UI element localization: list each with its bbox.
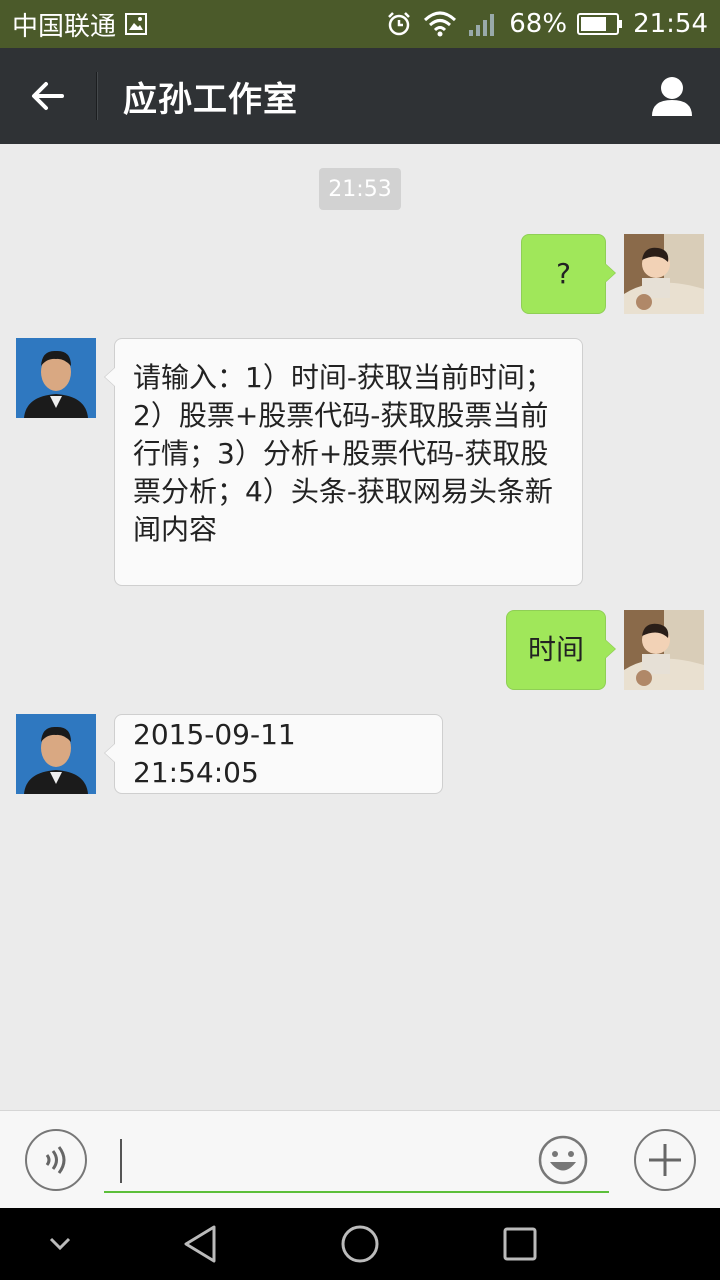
text-caret (120, 1139, 122, 1183)
status-bar: 中国联通 68% 21:54 (0, 0, 720, 48)
smiley-icon (538, 1135, 588, 1185)
contact-avatar[interactable] (16, 338, 96, 418)
arrow-left-icon (32, 82, 64, 110)
title-bar: 应孙工作室 (0, 48, 720, 144)
more-button[interactable] (634, 1129, 696, 1191)
message-text: 2015-09-11 21:54:05 (133, 718, 296, 789)
system-nav-bar (0, 1208, 720, 1280)
nav-back-button[interactable] (176, 1220, 224, 1268)
my-avatar[interactable] (624, 234, 704, 314)
signal-icon (467, 10, 499, 38)
alarm-icon (385, 10, 413, 38)
plus-icon (649, 1144, 681, 1176)
voice-button[interactable] (25, 1129, 87, 1191)
chat-title: 应孙工作室 (123, 79, 298, 120)
carrier-name: 中国联通 (12, 11, 117, 42)
title-divider (96, 72, 97, 120)
message-text: ? (556, 257, 571, 290)
time-divider: 21:53 (319, 168, 401, 210)
clock: 21:54 (633, 9, 708, 39)
outgoing-message[interactable]: 时间 (506, 610, 616, 690)
outgoing-message[interactable]: ? (521, 234, 616, 314)
profile-button[interactable] (624, 48, 720, 144)
triangle-back-icon (184, 1225, 216, 1263)
chevron-down-icon (49, 1237, 71, 1251)
my-avatar[interactable] (624, 610, 704, 690)
back-button[interactable] (0, 48, 96, 144)
message-input[interactable] (104, 1131, 609, 1193)
message-text: 时间 (527, 633, 584, 666)
square-recents-icon (503, 1227, 537, 1261)
message-text: 请输入：1）时间-获取当前时间；2）股票+股票代码-获取股票当前行情；3）分析+… (133, 361, 553, 546)
battery-icon (577, 12, 623, 36)
hide-keyboard-button[interactable] (40, 1224, 80, 1264)
incoming-message[interactable]: 2015-09-11 21:54:05 (104, 714, 443, 794)
input-bar (0, 1110, 720, 1208)
image-notification-icon (124, 12, 148, 36)
incoming-message[interactable]: 请输入：1）时间-获取当前时间；2）股票+股票代码-获取股票当前行情；3）分析+… (104, 338, 583, 586)
wifi-icon (423, 10, 457, 38)
contact-avatar[interactable] (16, 714, 96, 794)
battery-percent: 68% (509, 9, 568, 39)
nav-home-button[interactable] (336, 1220, 384, 1268)
emoji-button[interactable] (538, 1135, 588, 1185)
nav-recents-button[interactable] (496, 1220, 544, 1268)
chat-area[interactable]: 21:53 ? 请输入：1）时间-获取当前时间；2）股票+股票代码-获取股票当前… (0, 144, 720, 1110)
person-icon (652, 77, 692, 116)
circle-home-icon (341, 1225, 379, 1263)
voice-icon (45, 1146, 66, 1174)
